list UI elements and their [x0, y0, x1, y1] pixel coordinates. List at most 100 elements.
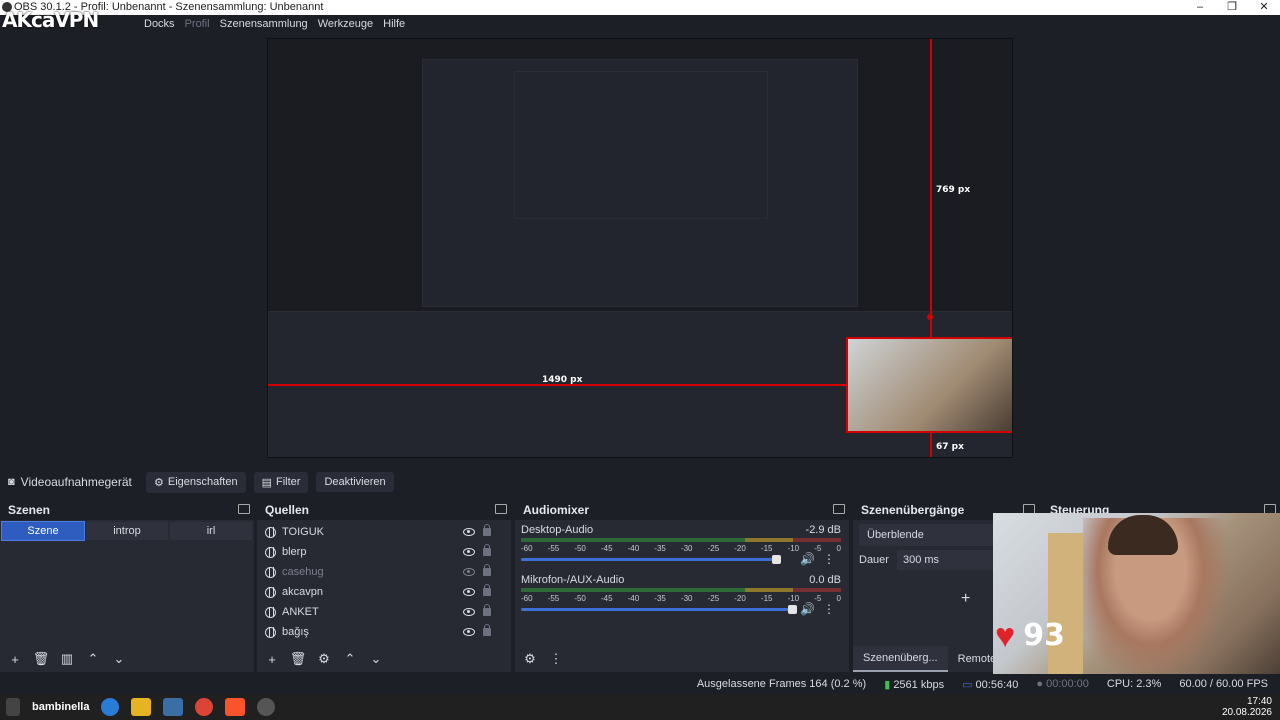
stream-icon: ▭ [962, 678, 973, 691]
chrome-icon[interactable] [195, 698, 214, 716]
current-source-label: Videoaufnahmegerät [20, 475, 132, 489]
eye-icon[interactable] [463, 608, 475, 616]
move-up-button[interactable]: ⌃ [82, 649, 104, 669]
meter-ticks: -60 -55 -50 -45 -40 -35 -30 -25 -20 -15 -10 -5 0 [521, 594, 841, 604]
sources-title: Quellen [265, 503, 310, 517]
maximize-button[interactable]: ❐ [1216, 0, 1248, 15]
move-up-button[interactable]: ⌃ [339, 649, 361, 669]
menu-docks[interactable]: Docks [144, 18, 175, 30]
source-row[interactable]: bağış [257, 622, 511, 642]
mixer-title: Audiomixer [523, 503, 590, 517]
preview-canvas[interactable]: 769 px 1490 px 67 px [267, 38, 1013, 458]
eye-icon[interactable] [463, 588, 475, 596]
menu-profil[interactable]: Profil [185, 18, 210, 30]
move-down-button[interactable]: ⌄ [108, 649, 130, 669]
scenes-title: Szenen [8, 503, 51, 517]
resize-handle[interactable] [927, 314, 933, 320]
lock-icon[interactable] [483, 544, 491, 556]
menu-szenensammlung[interactable]: Szenensammlung [220, 18, 308, 30]
add-source-button[interactable]: + [261, 649, 283, 669]
speaker-icon[interactable]: 🔊 [800, 602, 815, 616]
slider-knob[interactable] [788, 605, 797, 614]
obs-window: OBS 30.1.2 - Profil: Unbenannt - Szenens… [0, 0, 1280, 720]
meter-tick: 0 [836, 544, 841, 553]
undock-icon[interactable] [495, 504, 507, 514]
camera-icon: ◙ [8, 476, 15, 488]
undock-icon[interactable] [238, 504, 250, 514]
properties-button[interactable]: ⚙ Eigenschaften [146, 471, 246, 493]
meter-tick: -45 [600, 544, 613, 553]
eye-icon[interactable] [463, 548, 475, 556]
move-down-button[interactable]: ⌄ [365, 649, 387, 669]
deactivate-button[interactable]: Deaktivieren [316, 472, 394, 492]
eye-hidden-icon[interactable] [463, 568, 475, 576]
remove-scene-button[interactable]: 🗑 [30, 649, 52, 669]
add-scene-button[interactable]: + [4, 649, 26, 669]
lock-icon[interactable] [483, 584, 491, 596]
scene-item[interactable]: irl [170, 522, 252, 540]
slider-knob[interactable] [772, 555, 781, 564]
filter-button[interactable]: ▤ Filter [253, 471, 309, 493]
remove-source-button[interactable]: 🗑 [287, 649, 309, 669]
start-icon[interactable] [6, 698, 20, 716]
scene-filter-button[interactable]: ▥ [56, 649, 78, 669]
meter-tick: -50 [574, 594, 586, 603]
scene-item[interactable]: introp [86, 522, 168, 540]
close-button[interactable]: ✕ [1248, 0, 1280, 15]
tab-transitions[interactable]: Szenenüberg... [853, 646, 948, 672]
scenes-dock: Szenen Szene introp irl + 🗑 ▥ ⌃ ⌄ [0, 500, 254, 672]
lock-icon[interactable] [483, 604, 491, 616]
eye-icon[interactable] [463, 528, 475, 536]
source-name: akcavpn [282, 586, 323, 598]
meter-tick: -40 [627, 544, 640, 553]
undock-icon[interactable] [833, 504, 845, 514]
add-transition-button[interactable]: + [961, 590, 970, 608]
heart-rate-widget: ♥ 93 [995, 618, 1065, 653]
globe-icon [265, 626, 276, 638]
menu-werkzeuge[interactable]: Werkzeuge [318, 18, 373, 30]
advanced-audio-icon[interactable]: ⚙ [519, 649, 541, 669]
store-icon[interactable] [163, 698, 184, 716]
channel-db: 0.0 dB [809, 574, 841, 586]
source-row[interactable]: akcavpn [257, 582, 511, 602]
brave-icon[interactable] [225, 698, 246, 716]
edge-icon[interactable] [101, 698, 120, 716]
eye-icon[interactable] [463, 628, 475, 636]
meter-tick: -10 [787, 544, 800, 553]
meter-tick: -35 [654, 544, 666, 553]
properties-label: Eigenschaften [167, 476, 238, 488]
scene-item[interactable]: Szene [1, 521, 85, 541]
meter-tick: -60 [521, 544, 533, 553]
clock: 17:40 20.08.2026 [1222, 696, 1272, 718]
volume-slider[interactable] [521, 555, 781, 564]
folder-icon[interactable] [131, 698, 152, 716]
lock-icon[interactable] [483, 564, 491, 576]
meter-tick: -25 [707, 594, 720, 603]
source-settings-button[interactable]: ⚙ [313, 649, 335, 669]
speaker-icon[interactable]: 🔊 [800, 552, 815, 566]
more-options-icon[interactable]: ⋮ [823, 552, 835, 566]
scenes-toolbar: + 🗑 ▥ ⌃ ⌄ [0, 646, 254, 672]
source-row[interactable]: ANKET [257, 602, 511, 622]
minimize-button[interactable]: – [1184, 0, 1216, 15]
meter-tick: -15 [760, 594, 773, 603]
mixer-channel-mic: Mikrofon-/AUX-Audio 0.0 dB -60 -55 -50 -45-… [515, 570, 849, 620]
mixer-menu-icon[interactable]: ⋮ [545, 649, 567, 669]
clock-date: 20.08.2026 [1221, 707, 1272, 718]
more-options-icon[interactable]: ⋮ [823, 602, 835, 616]
source-row[interactable]: casehug [257, 562, 511, 582]
source-row[interactable]: TOIGUK [257, 522, 511, 542]
meter-tick: -30 [680, 594, 693, 603]
bitrate-value: 2561 kbps [893, 678, 945, 691]
source-row[interactable]: blerp [257, 542, 511, 562]
bottom-guide-label: 67 px [936, 442, 964, 452]
mixer-toolbar: ⚙ ⋮ [515, 646, 849, 672]
selected-webcam-source[interactable] [846, 337, 1012, 433]
volume-slider[interactable] [521, 605, 797, 614]
lock-icon[interactable] [483, 524, 491, 536]
source-name: ANKET [282, 606, 319, 618]
obs-taskbar-icon[interactable] [257, 698, 276, 716]
taskbar-user: bambinella [32, 701, 90, 713]
menu-hilfe[interactable]: Hilfe [383, 18, 405, 30]
lock-icon[interactable] [483, 624, 491, 636]
